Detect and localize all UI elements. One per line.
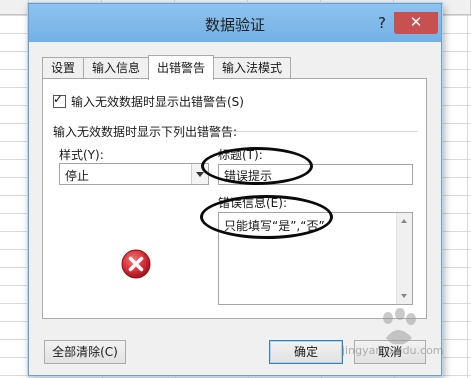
- dialog-titlebar[interactable]: 数据验证 ? ✕: [29, 4, 441, 42]
- show-error-checkbox-label: 输入无效数据时显示出错警告(S): [71, 95, 244, 109]
- show-error-checkbox-row[interactable]: ✓ 输入无效数据时显示出错警告(S): [53, 92, 244, 110]
- error-message-textarea[interactable]: 只能填写“是”,“否”: [218, 212, 413, 305]
- section-label: 输入无效数据时显示下列出错警告:: [53, 125, 238, 139]
- message-scrollbar[interactable]: [396, 213, 412, 304]
- cancel-button[interactable]: 取消: [354, 340, 426, 364]
- title-input-value: 错误提示: [224, 169, 273, 183]
- close-button[interactable]: ✕: [394, 12, 438, 34]
- style-label: 样式(Y):: [59, 148, 104, 162]
- clear-all-button[interactable]: 全部清除(C): [44, 340, 126, 364]
- title-input[interactable]: 错误提示: [218, 164, 413, 185]
- style-select-value: 停止: [65, 169, 90, 183]
- help-button[interactable]: ?: [372, 13, 392, 33]
- tab-strip: 设置 输入信息 出错警告 输入法模式: [42, 55, 292, 80]
- error-message-value: 只能填写“是”,“否”: [224, 219, 325, 233]
- tab-settings[interactable]: 设置: [42, 57, 85, 79]
- scroll-down-icon[interactable]: [401, 294, 407, 298]
- tab-input-message[interactable]: 输入信息: [83, 57, 150, 79]
- corner-cell: [0, 0, 29, 14]
- data-validation-dialog: 数据验证 ? ✕ 设置 输入信息 出错警告 输入法模式 ✓ 输入无效数据时显示出…: [28, 3, 442, 376]
- chevron-down-icon[interactable]: [191, 164, 208, 184]
- error-alert-panel: ✓ 输入无效数据时显示出错警告(S) 输入无效数据时显示下列出错警告: 样式(Y…: [42, 78, 427, 319]
- tab-ime-mode[interactable]: 输入法模式: [213, 57, 292, 79]
- section-divider: [233, 131, 418, 132]
- scroll-up-icon[interactable]: [401, 219, 407, 223]
- ok-button[interactable]: 确定: [269, 340, 343, 364]
- tab-error-alert[interactable]: 出错警告: [148, 55, 215, 80]
- style-select[interactable]: 停止: [59, 163, 209, 185]
- title-label: 标题(T):: [218, 148, 263, 162]
- show-error-checkbox[interactable]: ✓: [53, 92, 66, 108]
- checkmark-icon: ✓: [53, 92, 64, 106]
- dialog-body: 设置 输入信息 出错警告 输入法模式 ✓ 输入无效数据时显示出错警告(S) 输入…: [36, 42, 434, 370]
- error-message-label: 错误信息(E):: [218, 196, 287, 210]
- error-x-icon: [120, 248, 152, 280]
